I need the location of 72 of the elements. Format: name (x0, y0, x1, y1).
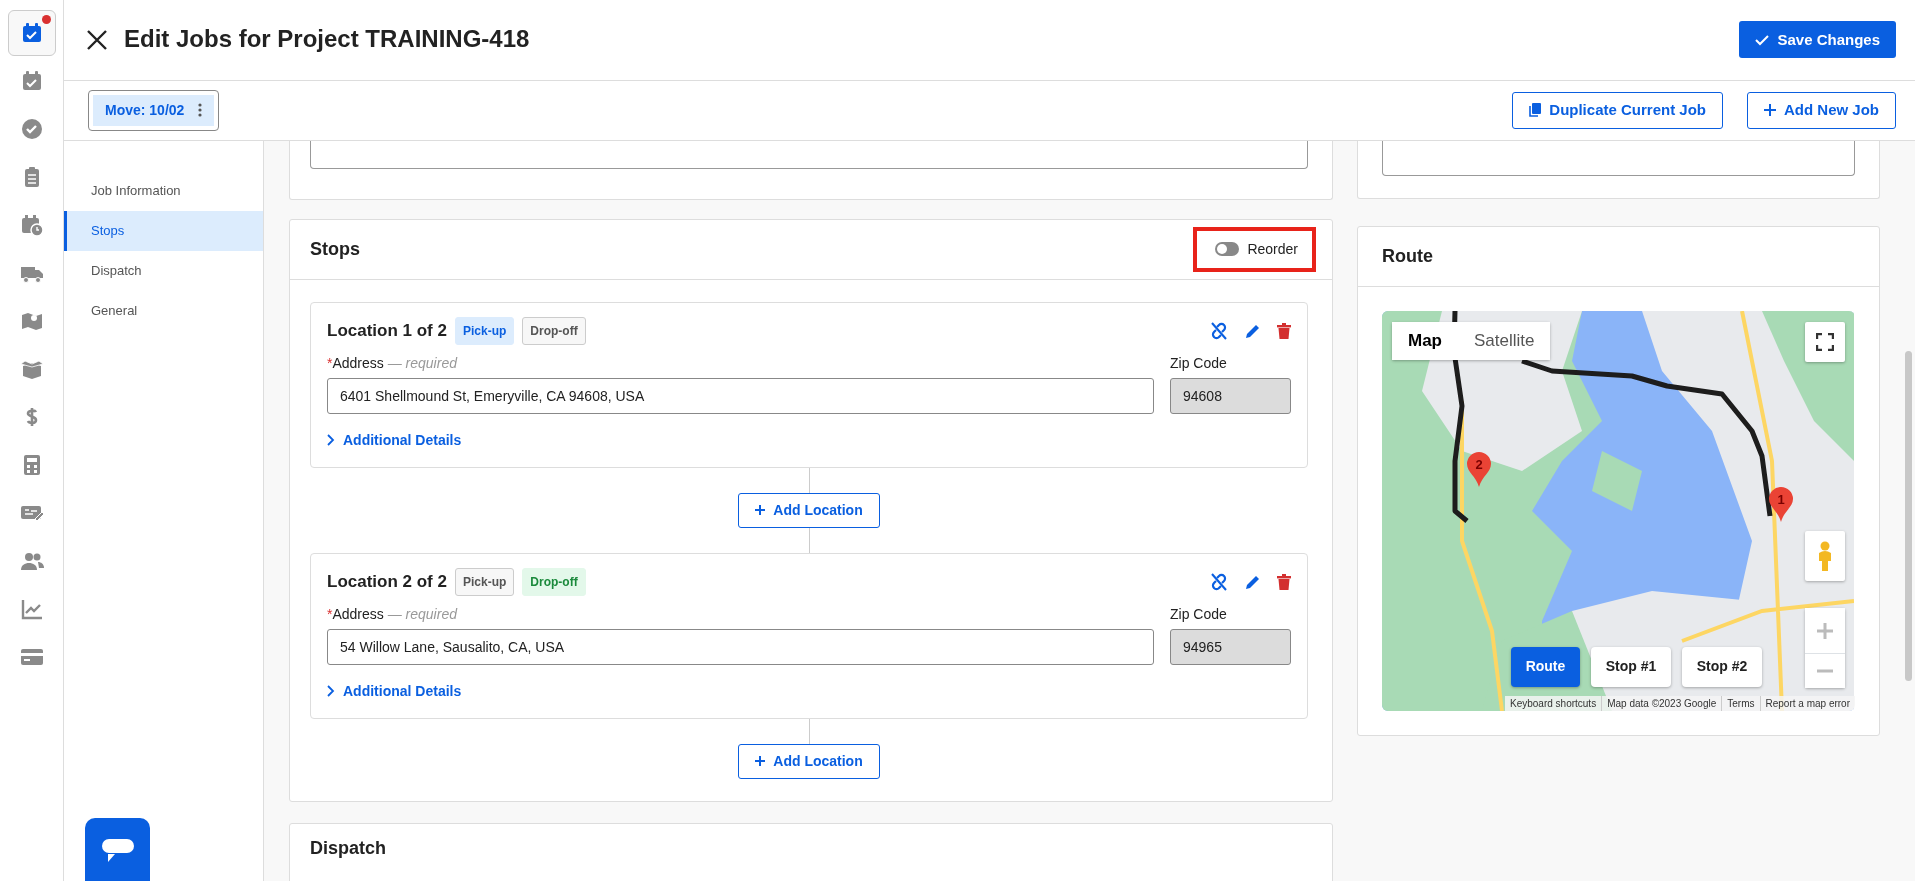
stop-type-tag[interactable]: Drop-off (522, 316, 586, 345)
add-location-button[interactable]: Add Location (738, 492, 880, 528)
field-label: *Address — required (327, 604, 459, 624)
scrollbar-thumb[interactable] (1905, 350, 1912, 681)
stop-type-tag[interactable]: Drop-off (522, 567, 586, 596)
chevron-right-icon (327, 434, 335, 447)
trash-icon[interactable] (1277, 322, 1291, 339)
field-label: Zip Code (1170, 353, 1228, 373)
zip-code-field[interactable]: 94608 (1170, 377, 1291, 414)
location-title: Location 1 of 2 (327, 320, 447, 342)
duplicate-button[interactable]: Duplicate Current Job (1512, 91, 1723, 129)
map-attribution-link[interactable]: Terms (1721, 695, 1760, 711)
plus-icon (755, 505, 766, 516)
chat-button[interactable] (85, 818, 150, 881)
person-icon (1817, 540, 1833, 571)
details-link[interactable]: Additional Details (327, 429, 462, 451)
save-button[interactable]: Save Changes (1739, 21, 1896, 59)
job-tab[interactable]: Move: 10/02 (93, 94, 215, 126)
chevron-right-icon (327, 685, 335, 698)
nav-button[interactable] (7, 10, 56, 56)
map-attribution-link[interactable]: Keyboard shortcuts (1505, 695, 1602, 711)
fullscreen-button[interactable] (1805, 321, 1845, 362)
zoom-in-button[interactable] (1805, 607, 1845, 654)
plus-icon (755, 756, 766, 767)
plus-icon (1817, 622, 1833, 639)
toggle-label: Reorder (1247, 239, 1298, 259)
reorder-toggle[interactable] (1215, 242, 1240, 257)
line-chart-icon (19, 597, 44, 621)
map-view-button[interactable]: Stop #1 (1591, 646, 1671, 687)
text-area-field[interactable] (310, 140, 1308, 169)
stop-type-tag[interactable]: Pick-up (454, 316, 515, 345)
section-nav-item[interactable]: Stops (64, 210, 263, 251)
trash-icon[interactable] (1277, 573, 1291, 590)
section-nav-item[interactable]: General (64, 290, 263, 331)
page-title: Edit Jobs for Project TRAINING-418 (124, 25, 530, 55)
field-label: Zip Code (1170, 604, 1228, 624)
location-title: Location 2 of 2 (327, 571, 447, 593)
pencil-icon[interactable] (1245, 322, 1261, 339)
pencil-icon[interactable] (1245, 573, 1261, 590)
unlink-icon[interactable] (1209, 321, 1229, 340)
card-title: Route (1382, 245, 1433, 268)
add-button[interactable]: Add New Job (1747, 91, 1896, 129)
details-link[interactable]: Additional Details (327, 680, 462, 702)
calendar-clock-icon (19, 213, 44, 237)
map-view-button[interactable]: Route (1511, 646, 1580, 687)
check-icon (1755, 33, 1770, 46)
minus-icon (1817, 669, 1833, 674)
zip-code-field[interactable]: 94965 (1170, 628, 1291, 665)
close-icon[interactable] (86, 28, 108, 51)
section-nav-item[interactable]: Job Information (64, 170, 263, 211)
check-circle-icon (19, 117, 44, 141)
field-label: *Address — required (327, 353, 459, 373)
card-title: Dispatch (310, 837, 388, 860)
map-type-tab[interactable]: Map (1392, 321, 1458, 360)
plus-icon (1764, 104, 1776, 117)
text-area-field[interactable] (1382, 140, 1855, 176)
unlink-icon[interactable] (1209, 572, 1229, 591)
map-attribution-link[interactable]: Map data ©2023 Google (1601, 695, 1722, 711)
pegman-button[interactable] (1805, 530, 1845, 581)
address-field[interactable]: 54 Willow Lane, Sausalito, CA, USA (327, 628, 1154, 665)
stop-type-tag[interactable]: Pick-up (454, 567, 515, 596)
map-attribution-link[interactable]: Report a map error (1759, 695, 1855, 711)
card-title: Stops (310, 238, 360, 261)
copy-icon (1529, 103, 1542, 118)
add-location-button[interactable]: Add Location (738, 743, 880, 779)
fullscreen-icon (1816, 332, 1834, 351)
address-field[interactable]: 6401 Shellmound St, Emeryville, CA 94608, USA (327, 377, 1154, 414)
map-view-button[interactable]: Stop #2 (1682, 646, 1762, 687)
kebab-menu-icon (198, 103, 203, 118)
map-type-tab[interactable]: Satellite (1458, 321, 1551, 360)
zoom-out-button[interactable] (1805, 653, 1845, 688)
section-nav-item[interactable]: Dispatch (64, 250, 263, 291)
